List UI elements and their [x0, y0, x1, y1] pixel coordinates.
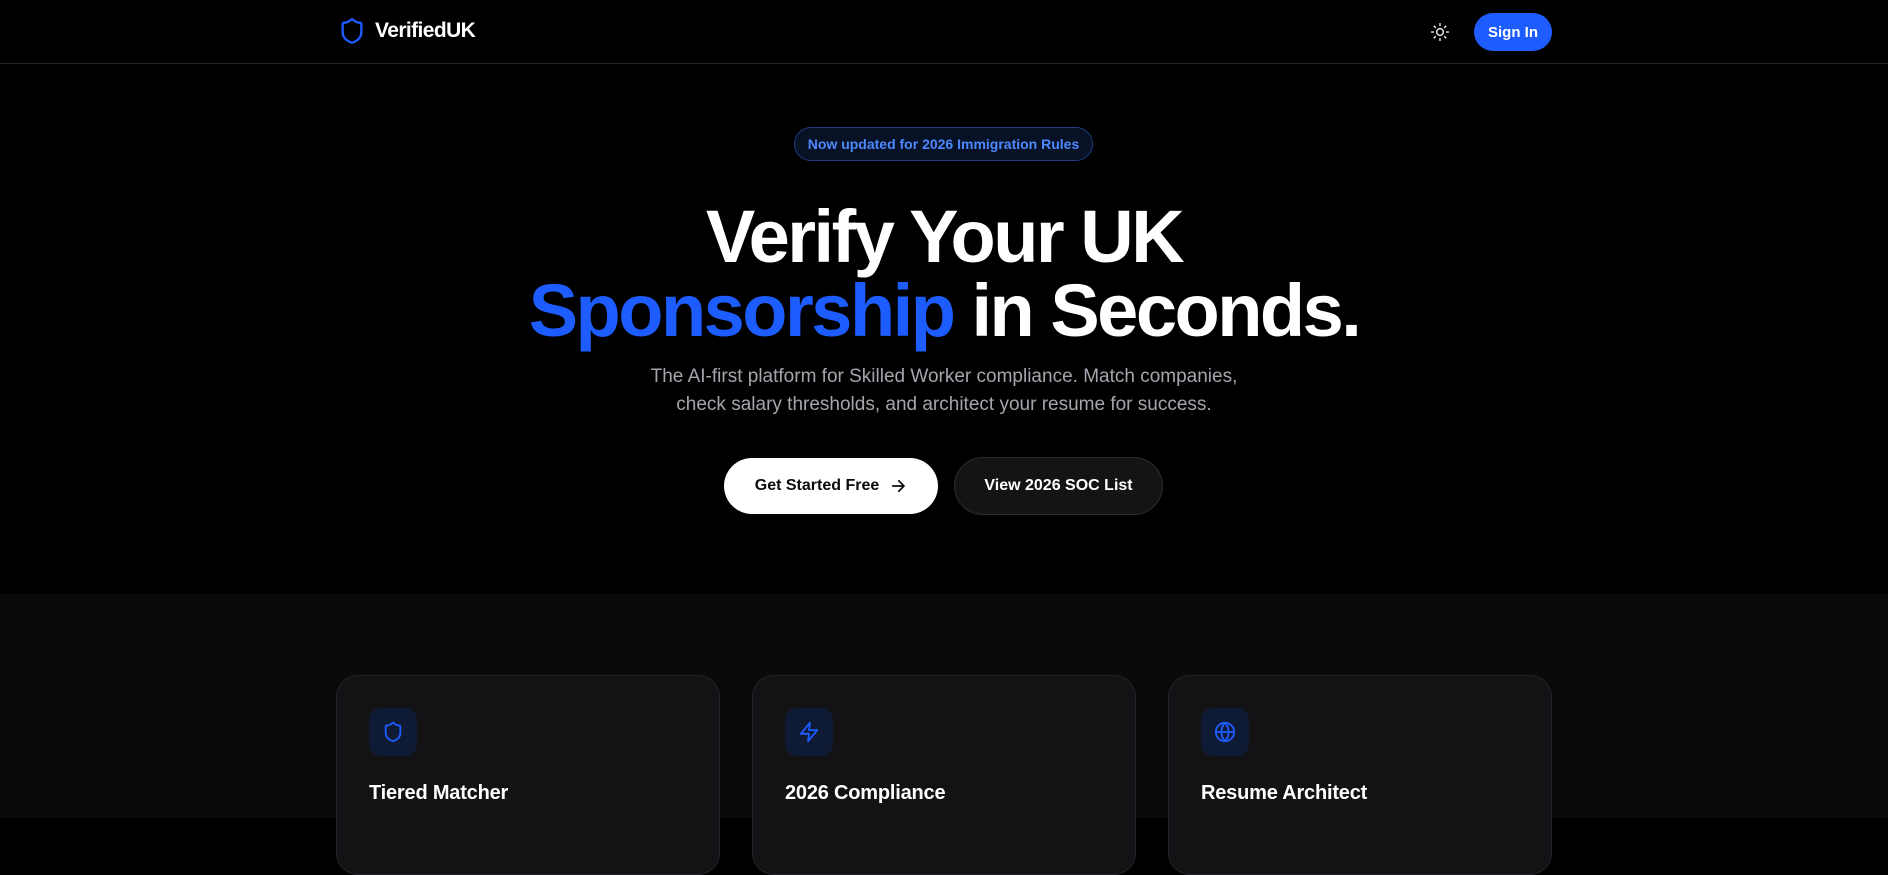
view-soc-list-button[interactable]: View 2026 SOC List — [954, 457, 1163, 515]
feature-title: 2026 Compliance — [785, 782, 946, 804]
subtitle-line-1: The AI-first platform for Skilled Worker… — [650, 366, 1238, 387]
feature-card-2026-compliance[interactable]: 2026 Compliance — [752, 675, 1136, 875]
feature-card-tiered-matcher[interactable]: Tiered Matcher — [336, 675, 720, 875]
brand-name: VerifiedUK — [375, 19, 476, 42]
update-badge: Now updated for 2026 Immigration Rules — [794, 127, 1093, 161]
shield-icon — [384, 721, 402, 743]
brand-logo[interactable]: VerifiedUK — [338, 14, 476, 48]
features-section: Tiered Matcher 2026 Compliance Resume Ar… — [0, 594, 1888, 875]
lightning-icon — [799, 721, 819, 743]
feature-title: Tiered Matcher — [369, 782, 509, 804]
top-nav: VerifiedUK Sign In — [0, 0, 1888, 64]
subtitle-line-2: check salary thresholds, and architect y… — [676, 394, 1212, 415]
hero-headline: Verify Your UK Sponsorship in Seconds. — [0, 200, 1888, 348]
globe-icon — [1214, 721, 1236, 743]
theme-toggle-button[interactable] — [1424, 16, 1456, 48]
get-started-button[interactable]: Get Started Free — [724, 458, 938, 514]
hero-subtitle: The AI-first platform for Skilled Worker… — [594, 363, 1294, 419]
get-started-label: Get Started Free — [754, 477, 880, 494]
sun-icon — [1430, 22, 1450, 42]
headline-rest: in Seconds. — [953, 269, 1361, 352]
feature-icon-tile — [369, 708, 417, 756]
headline-line-1: Verify Your UK — [705, 195, 1185, 278]
feature-title: Resume Architect — [1201, 782, 1368, 804]
feature-icon-tile — [785, 708, 833, 756]
shield-icon — [341, 18, 363, 44]
feature-card-resume-architect[interactable]: Resume Architect — [1168, 675, 1552, 875]
feature-icon-tile — [1201, 708, 1249, 756]
sign-in-button[interactable]: Sign In — [1474, 13, 1552, 51]
arrow-right-icon — [892, 479, 906, 493]
headline-accent: Sponsorship — [528, 269, 956, 352]
hero-section: Now updated for 2026 Immigration Rules V… — [0, 65, 1888, 594]
